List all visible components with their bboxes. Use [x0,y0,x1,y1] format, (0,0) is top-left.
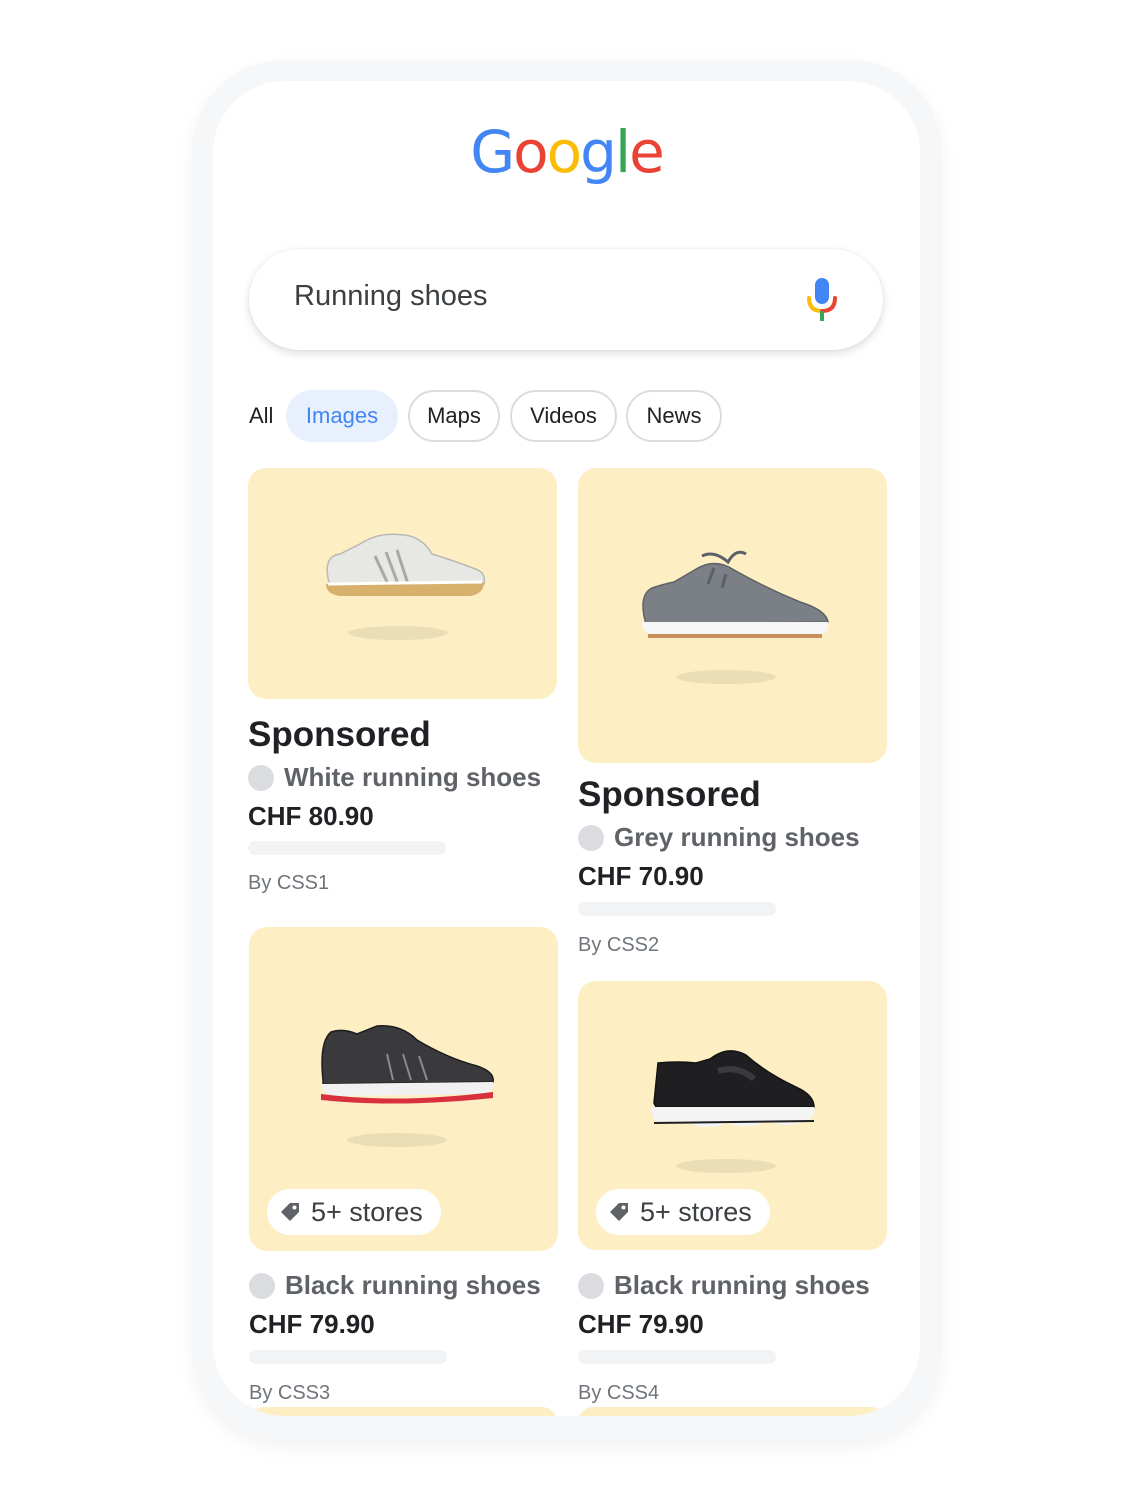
next-result-card[interactable] [578,1407,886,1416]
merchant-favicon [248,764,274,791]
grey-sneaker-image [642,550,829,638]
shoe-shadow [348,626,448,640]
tab-all[interactable]: All [249,403,273,429]
shoe-shadow [347,1133,447,1147]
tab-images[interactable]: Images [286,390,398,442]
black-red-sneaker-image [321,1025,494,1104]
rating-placeholder [249,1350,447,1364]
merchant-row[interactable]: Black running shoes [249,1270,541,1301]
black-slipon-sneaker-image [651,1050,815,1127]
tag-icon [610,1203,628,1221]
tab-videos[interactable]: Videos [510,390,617,442]
white-sneaker-image [326,533,486,596]
rating-placeholder [248,841,446,855]
product-title[interactable]: Black running shoes [285,1270,541,1301]
microphone-icon[interactable] [805,278,839,322]
logo-letter: o [546,118,582,186]
product-image[interactable]: 5+ stores [249,927,558,1251]
product-title[interactable]: Black running shoes [614,1270,870,1301]
merchant-favicon [249,1272,275,1299]
rating-placeholder [578,902,776,916]
stores-badge-label: 5+ stores [640,1196,752,1227]
seller-line: By CSS3 [249,1382,331,1404]
product-price: CHF 80.90 [248,801,374,831]
sponsored-label: Sponsored [248,715,431,754]
logo-letter: o [513,118,548,186]
logo-letter: G [470,118,515,186]
product-title[interactable]: White running shoes [284,762,541,793]
logo-letter: e [629,118,665,186]
product-image[interactable]: 5+ stores [578,981,887,1250]
search-bar[interactable]: Running shoes [249,249,883,350]
next-result-card[interactable] [249,1407,557,1416]
stores-badge-label: 5+ stores [311,1196,423,1227]
rating-placeholder [578,1350,776,1364]
merchant-row[interactable]: White running shoes [248,762,541,793]
google-logo[interactable]: Google [213,123,920,181]
logo-letter: l [614,118,631,186]
phone-screen: Google Running shoes All Images Maps Vid… [213,81,920,1416]
merchant-favicon [578,824,604,851]
search-input[interactable]: Running shoes [294,280,487,313]
product-title[interactable]: Grey running shoes [614,822,860,853]
product-price: CHF 70.90 [578,861,704,891]
seller-line: By CSS2 [578,934,660,956]
product-image[interactable] [578,468,887,763]
tab-maps[interactable]: Maps [408,390,500,442]
product-image[interactable] [248,468,557,699]
tag-icon [281,1203,299,1221]
logo-letter: g [580,118,617,186]
shoe-shadow [676,670,776,684]
merchant-row[interactable]: Grey running shoes [578,822,860,853]
product-price: CHF 79.90 [249,1309,375,1339]
stores-badge[interactable]: 5+ stores [267,1189,441,1235]
sponsored-label: Sponsored [578,775,761,814]
shoe-shadow [676,1159,776,1173]
seller-line: By CSS1 [248,872,330,894]
merchant-favicon [578,1272,604,1299]
tab-news[interactable]: News [626,390,722,442]
stores-badge[interactable]: 5+ stores [596,1189,770,1235]
seller-line: By CSS4 [578,1382,660,1404]
product-price: CHF 79.90 [578,1309,704,1339]
merchant-row[interactable]: Black running shoes [578,1270,870,1301]
